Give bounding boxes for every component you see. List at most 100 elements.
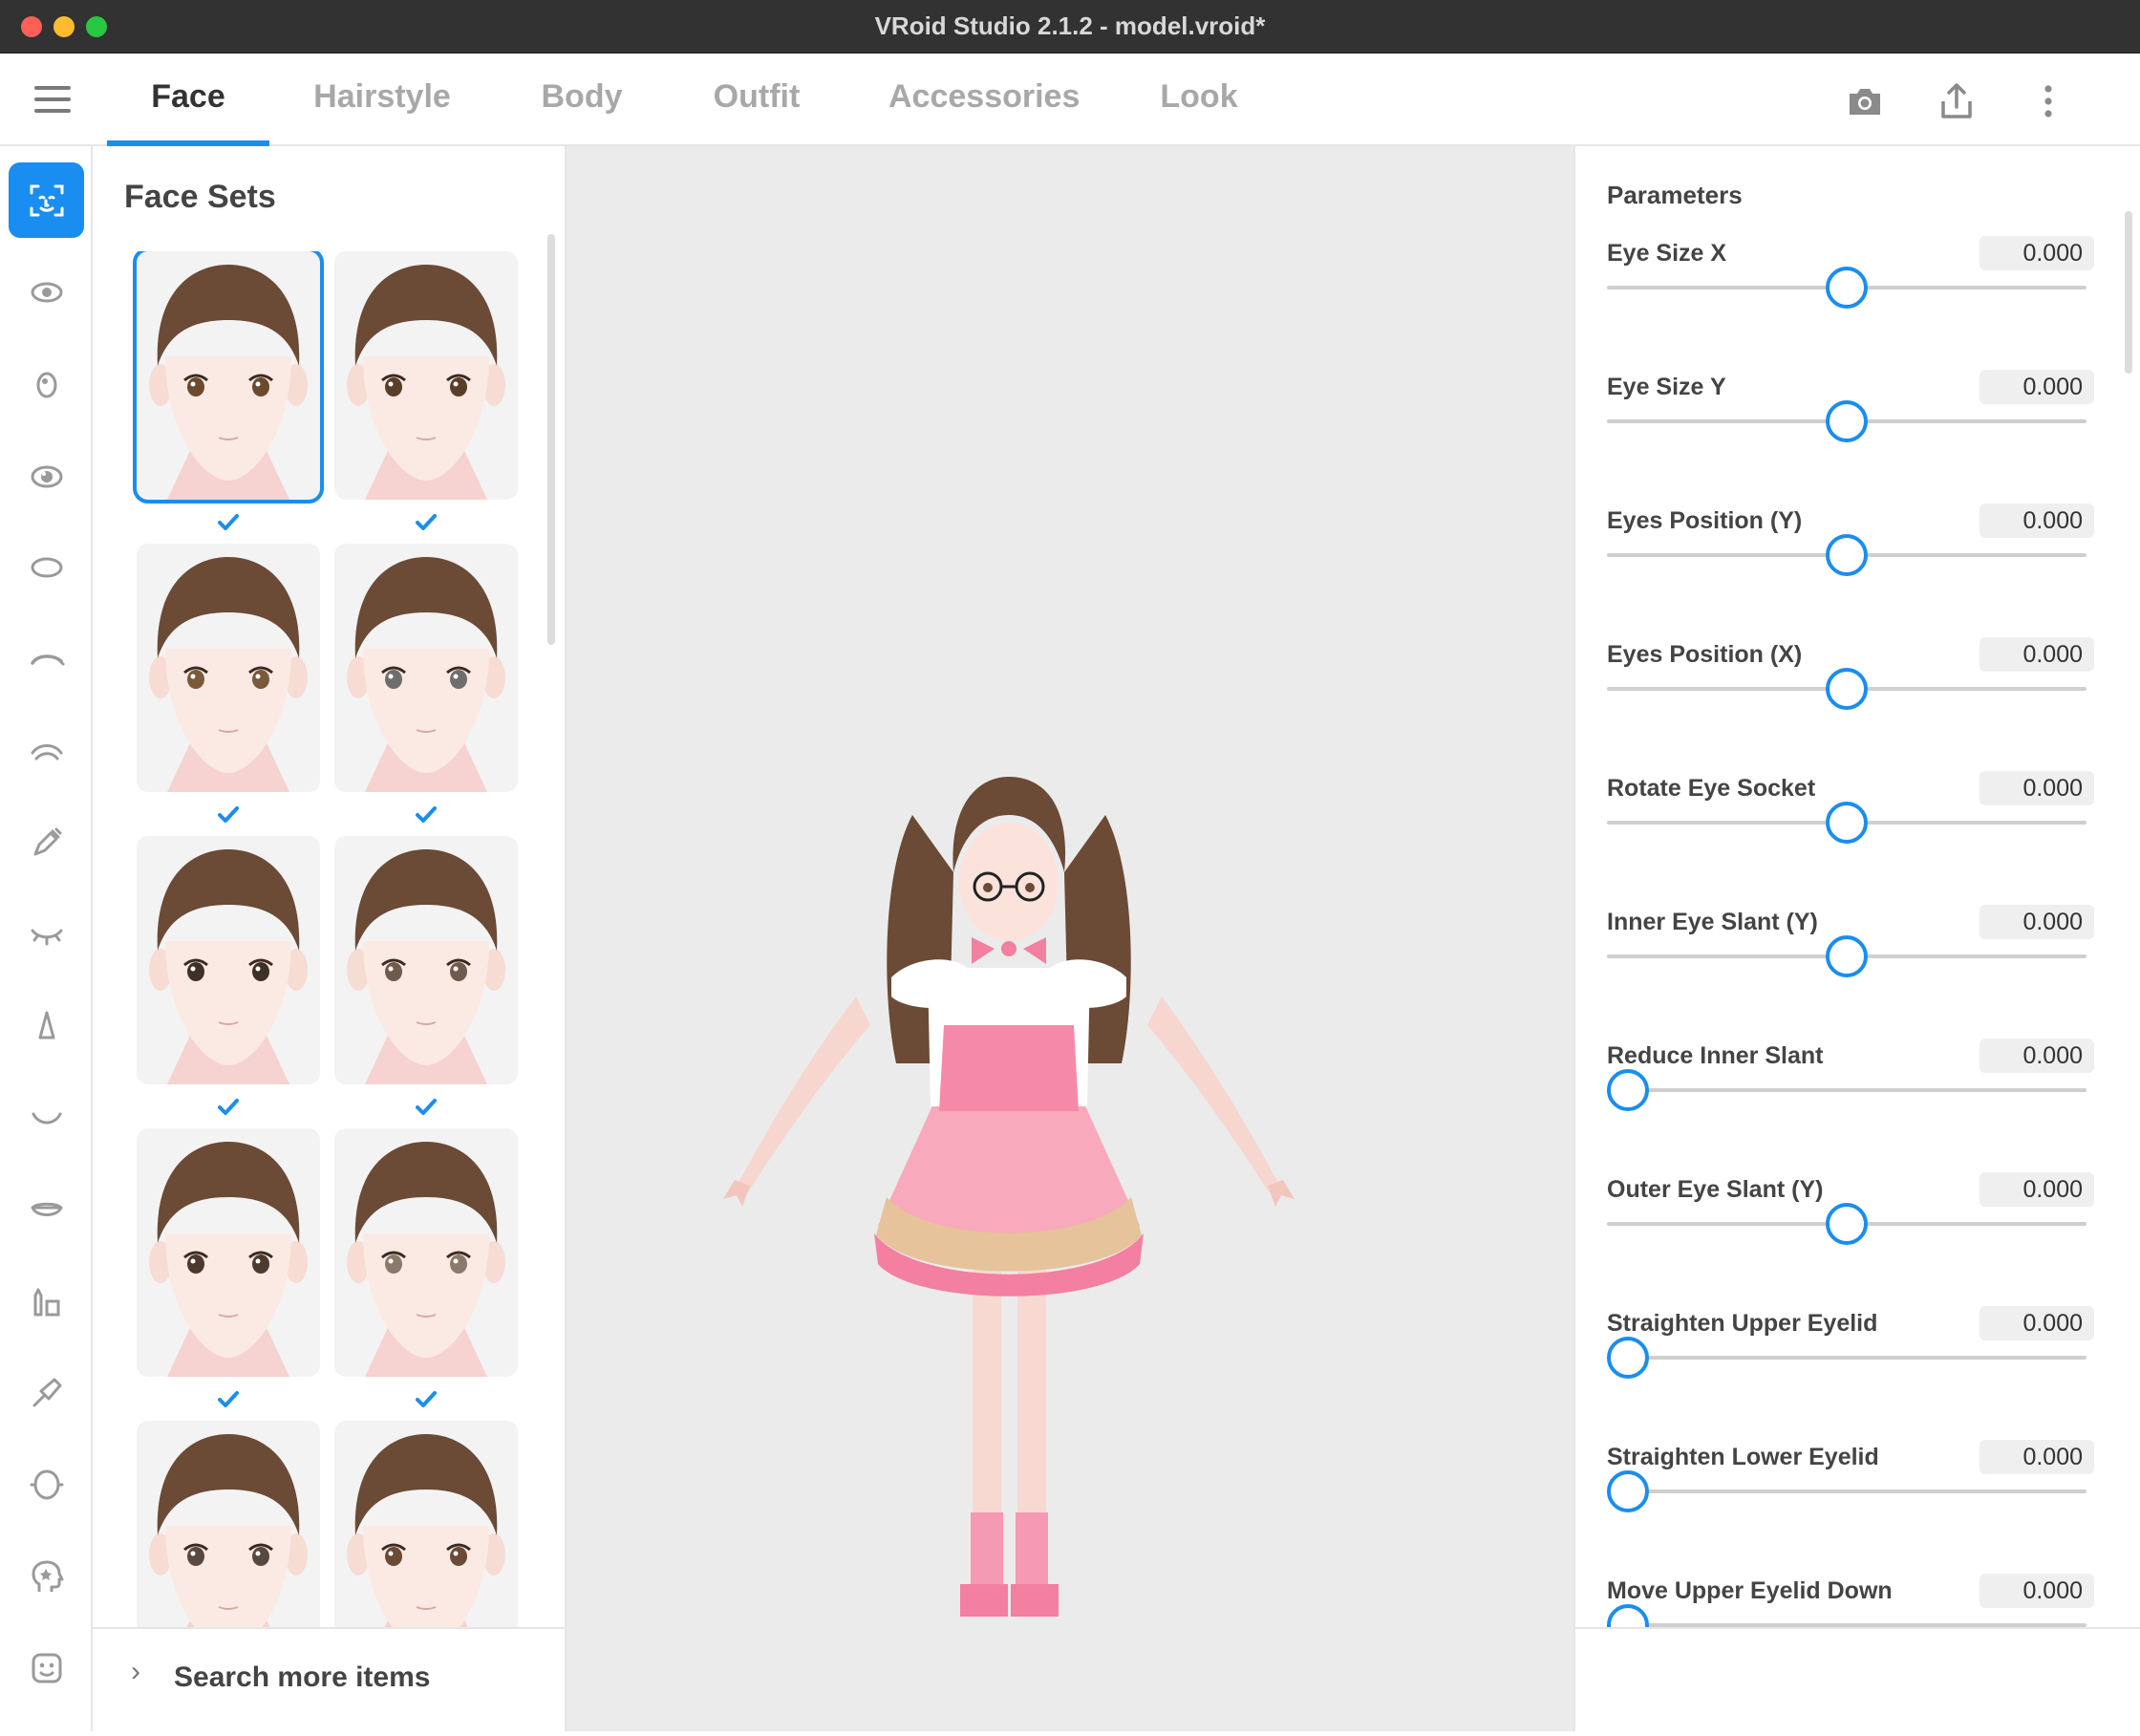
rail-head-star-button[interactable] <box>9 1538 84 1614</box>
rail-iris-button[interactable] <box>9 346 84 421</box>
rail-face-preset-button[interactable] <box>9 1630 84 1705</box>
rail-eyeliner-button[interactable] <box>9 804 84 880</box>
brush-icon <box>32 1378 61 1406</box>
face-set-thumbnail[interactable] <box>137 544 320 792</box>
rail-makeup-button[interactable] <box>9 1263 84 1339</box>
parameter-slider-handle[interactable] <box>1607 1604 1649 1627</box>
tab-body[interactable]: Body <box>535 78 629 146</box>
mouth-icon <box>32 1112 61 1124</box>
owned-checkmark-icon <box>416 514 437 530</box>
parameter-slider-track[interactable] <box>1607 1088 2086 1092</box>
eyelash-icon <box>31 743 62 760</box>
window-titlebar: VRoid Studio 2.1.2 - model.vroid* <box>0 0 2140 54</box>
head-star-icon <box>32 1560 63 1592</box>
window-title: VRoid Studio 2.1.2 - model.vroid* <box>874 11 1266 40</box>
face-set-thumbnail[interactable] <box>133 251 324 504</box>
parameter-slider-handle[interactable] <box>1826 935 1868 977</box>
parameter-value-input[interactable]: 0.000 <box>1980 1440 2094 1474</box>
eyeliner-pen-icon <box>33 827 61 855</box>
rail-eye-button[interactable] <box>9 254 84 330</box>
parameter-slider-track[interactable] <box>1607 1356 2086 1360</box>
rail-eyelash-button[interactable] <box>9 713 84 788</box>
owned-checkmark-icon <box>218 1099 239 1115</box>
face-set-thumbnail[interactable] <box>137 836 320 1084</box>
face-set-thumbnail[interactable] <box>334 251 518 500</box>
parameter-value-input[interactable]: 0.000 <box>1980 1172 2094 1207</box>
rail-lips-button[interactable] <box>9 1171 84 1247</box>
face-category-rail <box>0 146 93 1731</box>
parameter-value-input[interactable]: 0.000 <box>1980 1039 2094 1073</box>
parameter-slider-handle[interactable] <box>1826 802 1868 844</box>
face-sets-panel: Face Sets › Search more items <box>93 146 567 1731</box>
parameter-label: Eye Size X <box>1607 240 1727 267</box>
parameter-value-input[interactable]: 0.000 <box>1980 1306 2094 1340</box>
camera-icon[interactable] <box>1844 80 1886 122</box>
parameter-slider-handle[interactable] <box>1826 534 1868 576</box>
tab-look[interactable]: Look <box>1158 78 1240 146</box>
face-set-thumbnail[interactable] <box>334 1421 518 1627</box>
parameter-slider-handle[interactable] <box>1607 1470 1649 1512</box>
tab-outfit[interactable]: Outfit <box>707 78 806 146</box>
parameter-value-input[interactable]: 0.000 <box>1980 637 2094 672</box>
rail-closed-eye-button[interactable] <box>9 896 84 972</box>
tab-outfit-label: Outfit <box>713 78 801 115</box>
search-more-items-button[interactable]: › Search more items <box>93 1627 567 1731</box>
parameter-row: Eye Size X 0.000 <box>1607 236 2094 374</box>
tab-hairstyle[interactable]: Hairstyle <box>306 78 459 146</box>
tab-face[interactable]: Face <box>107 78 269 146</box>
rail-eye-highlight-button[interactable] <box>9 438 84 513</box>
face-set-thumbnail[interactable] <box>334 1128 518 1377</box>
face-preview-image <box>149 557 308 792</box>
face-set-thumbnail[interactable] <box>137 1128 320 1377</box>
eye-highlight-icon <box>31 465 62 487</box>
tab-accessories[interactable]: Accessories <box>888 78 1080 146</box>
parameter-label: Straighten Lower Eyelid <box>1607 1444 1879 1470</box>
parameter-slider-handle[interactable] <box>1826 1203 1868 1245</box>
parameter-value-input[interactable]: 0.000 <box>1980 236 2094 270</box>
parameter-slider-track[interactable] <box>1607 1490 2086 1493</box>
parameters-scrollbar[interactable] <box>2125 211 2132 374</box>
parameter-value-input[interactable]: 0.000 <box>1980 504 2094 538</box>
face-set-thumbnail[interactable] <box>334 544 518 792</box>
parameter-value-input[interactable]: 0.000 <box>1980 905 2094 939</box>
share-icon[interactable] <box>1936 80 1978 122</box>
face-sets-scrollbar[interactable] <box>547 234 555 645</box>
parameter-label: Rotate Eye Socket <box>1607 775 1816 802</box>
more-vertical-icon[interactable] <box>2027 80 2069 122</box>
rail-nose-button[interactable] <box>9 988 84 1063</box>
owned-checkmark-icon <box>218 514 239 530</box>
search-more-items-label: Search more items <box>174 1661 431 1693</box>
model-viewport[interactable] <box>567 146 1573 1731</box>
tab-look-label: Look <box>1160 78 1238 115</box>
face-preview-image <box>149 1434 308 1627</box>
rail-eyeline-button[interactable] <box>9 621 84 697</box>
tab-accessories-label: Accessories <box>888 78 1081 115</box>
parameter-label: Move Upper Eyelid Down <box>1607 1577 1893 1604</box>
face-set-thumbnail[interactable] <box>137 1421 320 1627</box>
rail-brush-button[interactable] <box>9 1355 84 1430</box>
face-preview-image <box>347 557 505 792</box>
hamburger-menu-icon[interactable] <box>34 86 71 115</box>
parameter-value-input[interactable]: 0.000 <box>1980 771 2094 805</box>
parameters-footer <box>1575 1627 2140 1731</box>
makeup-icon <box>33 1288 59 1316</box>
tab-face-label: Face <box>151 78 225 115</box>
rail-face-set-button[interactable] <box>9 162 84 238</box>
top-navigation: Face Hairstyle Body Outfit Accessories L… <box>0 54 2140 146</box>
rail-face-shape-button[interactable] <box>9 1447 84 1522</box>
rail-eye-white-button[interactable] <box>9 529 84 605</box>
parameter-slider-handle[interactable] <box>1826 267 1868 309</box>
parameter-label: Inner Eye Slant (Y) <box>1607 909 1818 935</box>
parameter-slider-handle[interactable] <box>1607 1337 1649 1379</box>
parameter-value-input[interactable]: 0.000 <box>1980 370 2094 404</box>
parameter-slider-handle[interactable] <box>1826 400 1868 442</box>
face-set-thumbnail[interactable] <box>334 836 518 1084</box>
parameter-slider-handle[interactable] <box>1826 668 1868 710</box>
rail-mouth-button[interactable] <box>9 1080 84 1155</box>
parameter-slider-handle[interactable] <box>1607 1069 1649 1111</box>
eyeline-icon <box>30 654 64 665</box>
parameter-value-input[interactable]: 0.000 <box>1980 1574 2094 1608</box>
parameter-row: Inner Eye Slant (Y) 0.000 <box>1607 905 2094 1042</box>
tab-body-label: Body <box>541 78 623 115</box>
eye-white-icon <box>31 557 62 577</box>
